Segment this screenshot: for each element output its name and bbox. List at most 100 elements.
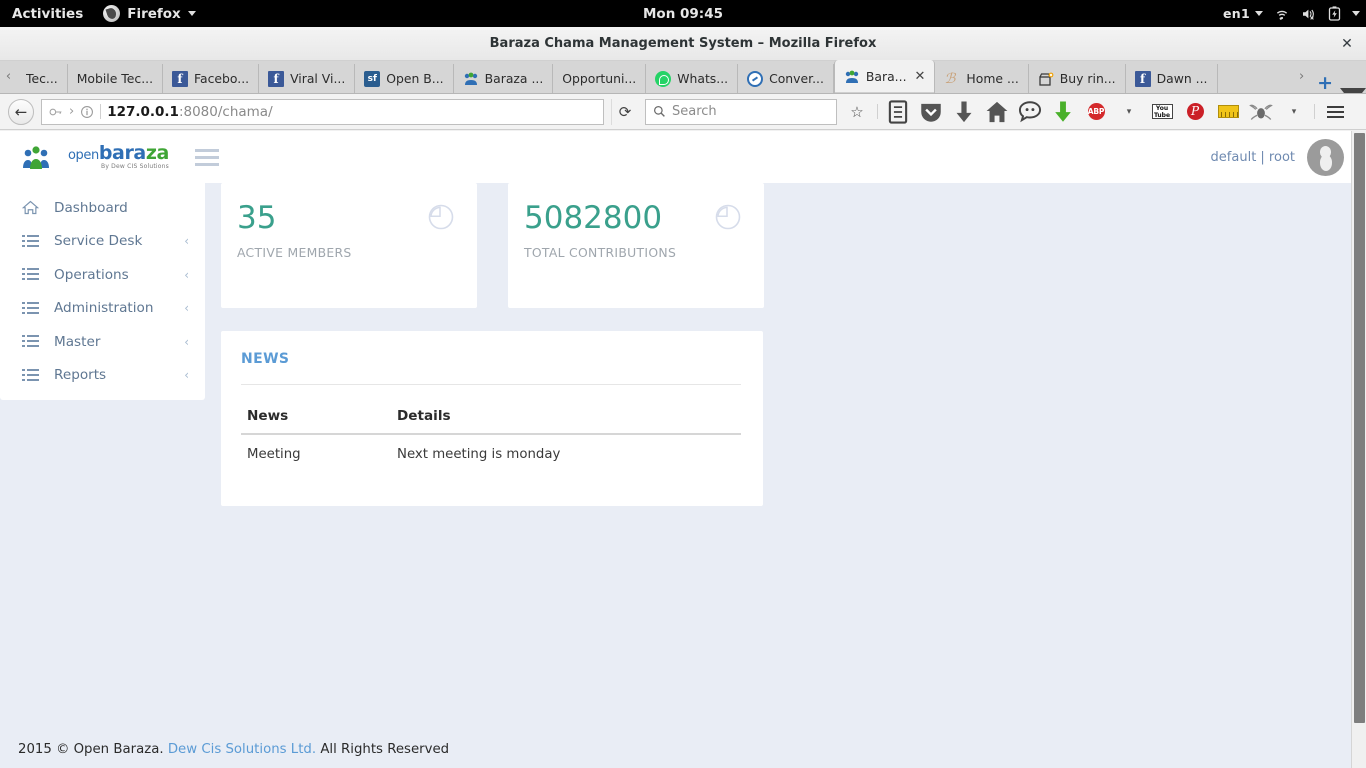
- stat-card-active-members[interactable]: 35 ACTIVE MEMBERS: [221, 183, 477, 308]
- keyboard-language-indicator[interactable]: en1: [1223, 6, 1263, 21]
- blue-circle-icon: [747, 71, 763, 87]
- bookmark-star-icon[interactable]: ☆: [844, 99, 870, 125]
- chevron-down-icon: [1255, 11, 1263, 16]
- bug-chevron-down-icon[interactable]: ▾: [1281, 99, 1307, 125]
- adblock-plus-icon[interactable]: ABP: [1083, 99, 1109, 125]
- new-tab-button[interactable]: +: [1310, 74, 1340, 93]
- sidebar-item-master[interactable]: Master ‹: [0, 325, 205, 359]
- list-all-tabs-icon[interactable]: [1340, 88, 1366, 93]
- openbaraza-logo-icon[interactable]: [22, 144, 50, 170]
- tab-whatsapp[interactable]: Whats...: [646, 64, 738, 93]
- tab-scroll-left-icon[interactable]: ‹: [0, 60, 17, 93]
- sidebar-item-label: Administration: [54, 300, 169, 316]
- sidebar-item-administration[interactable]: Administration ‹: [0, 292, 205, 326]
- openbaraza-wordmark: openbaraza By Dew CIS Solutions: [68, 144, 169, 170]
- youtube-bottom: Tube: [1153, 113, 1172, 120]
- tab-facebook[interactable]: f Facebo...: [163, 64, 259, 93]
- stat-value: 5082800: [524, 203, 744, 234]
- pinterest-icon[interactable]: P: [1182, 99, 1208, 125]
- logo-open: open: [68, 148, 99, 163]
- scrollbar-thumb[interactable]: [1354, 133, 1365, 723]
- chat-icon[interactable]: [1017, 99, 1043, 125]
- url-path: :8080/chama/: [179, 104, 273, 120]
- table-row[interactable]: Meeting Next meeting is monday: [241, 434, 741, 462]
- sidebar-item-operations[interactable]: Operations ‹: [0, 258, 205, 292]
- window-title: Baraza Chama Management System – Mozilla…: [490, 36, 877, 51]
- sidebar-item-label: Master: [54, 334, 169, 350]
- pocket-icon[interactable]: [918, 99, 944, 125]
- logo-line: openbaraza: [68, 144, 169, 163]
- ruler-icon[interactable]: [1215, 99, 1241, 125]
- sidebar-item-dashboard[interactable]: Dashboard: [0, 191, 205, 225]
- list-icon: [22, 369, 39, 382]
- tab-scroll-right-icon[interactable]: ›: [1293, 60, 1310, 93]
- search-input-placeholder[interactable]: Search: [672, 104, 717, 119]
- search-bar[interactable]: Search: [645, 99, 837, 125]
- menu-hamburger-icon[interactable]: [1322, 99, 1348, 125]
- tab-baraza[interactable]: Baraza ...: [454, 64, 554, 93]
- avatar[interactable]: [1307, 139, 1344, 176]
- tab-conversations[interactable]: Conver...: [738, 64, 834, 93]
- user-label[interactable]: default | root: [1211, 150, 1295, 165]
- footer-link[interactable]: Dew Cis Solutions Ltd.: [168, 742, 316, 757]
- page-scrollbar[interactable]: [1351, 131, 1366, 768]
- news-table: News Details Meeting Next meeting is mon…: [241, 402, 741, 462]
- close-icon[interactable]: ✕: [1338, 35, 1356, 53]
- clock[interactable]: Mon 09:45: [0, 6, 1366, 22]
- tab-buy-rings[interactable]: Buy rin...: [1029, 64, 1126, 93]
- tab-viral-videos[interactable]: f Viral Vi...: [259, 64, 355, 93]
- system-tray[interactable]: en1: [1223, 0, 1360, 27]
- downloads-icon[interactable]: [951, 99, 977, 125]
- tab-label: Viral Vi...: [290, 71, 345, 86]
- home-icon[interactable]: [984, 99, 1010, 125]
- tab-tec[interactable]: Tec...: [17, 64, 68, 93]
- tab-label: Mobile Tec...: [77, 71, 153, 86]
- sidebar-item-label: Reports: [54, 367, 169, 383]
- window-titlebar: Baraza Chama Management System – Mozilla…: [0, 27, 1366, 61]
- activities-button[interactable]: Activities: [0, 6, 95, 22]
- tab-opportunities[interactable]: Opportuni...: [553, 64, 646, 93]
- stat-card-total-contributions[interactable]: 5082800 TOTAL CONTRIBUTIONS: [508, 183, 764, 308]
- user-area[interactable]: default | root: [1211, 139, 1344, 176]
- baraza-icon: [463, 71, 479, 87]
- sidebar-item-label: Operations: [54, 267, 169, 283]
- logo-za: za: [146, 142, 169, 164]
- tab-mobile-tec[interactable]: Mobile Tec...: [68, 64, 163, 93]
- baraza-icon: [844, 69, 860, 85]
- tab-label: Baraza ...: [485, 71, 544, 86]
- footer: 2015 © Open Baraza. Dew Cis Solutions Lt…: [0, 730, 1366, 768]
- tab-home[interactable]: ℬ Home ...: [935, 64, 1028, 93]
- divider: [241, 384, 741, 385]
- url-bar[interactable]: › 127.0.0.1:8080/chama/: [41, 99, 604, 125]
- app-menu-firefox[interactable]: Firefox: [95, 5, 204, 22]
- page-info-icon[interactable]: [80, 105, 94, 119]
- app-menu-label: Firefox: [127, 6, 181, 22]
- tab-baraza-active[interactable]: Bara... ✕: [834, 60, 936, 93]
- sidebar-item-service-desk[interactable]: Service Desk ‹: [0, 225, 205, 259]
- list-icon: [22, 235, 39, 248]
- stat-cards-row: 35 ACTIVE MEMBERS 5082800 TOTAL CONTRIBU…: [221, 183, 1366, 308]
- app-header: openbaraza By Dew CIS Solutions default …: [0, 131, 1366, 183]
- adblock-chevron-down-icon[interactable]: ▾: [1116, 99, 1142, 125]
- sidebar: Dashboard Service Desk ‹ Operations ‹ Ad…: [0, 183, 205, 400]
- reader-list-icon[interactable]: [885, 99, 911, 125]
- stat-label: ACTIVE MEMBERS: [237, 245, 457, 260]
- bug-icon[interactable]: [1248, 99, 1274, 125]
- downthemall-icon[interactable]: [1050, 99, 1076, 125]
- facebook-icon: f: [1135, 71, 1151, 87]
- sidebar-toggle-icon[interactable]: [195, 149, 219, 166]
- back-button[interactable]: ←: [8, 99, 34, 125]
- reload-button[interactable]: ⟳: [611, 99, 638, 125]
- facebook-icon: f: [172, 71, 188, 87]
- tab-close-icon[interactable]: ✕: [915, 69, 926, 84]
- sidebar-item-reports[interactable]: Reports ‹: [0, 359, 205, 393]
- chevron-left-icon: ‹: [184, 268, 189, 282]
- system-menu-caret-icon[interactable]: [1352, 11, 1360, 16]
- facebook-icon: f: [268, 71, 284, 87]
- tab-dawn[interactable]: f Dawn ...: [1126, 64, 1218, 93]
- chevron-down-icon: [188, 11, 196, 16]
- tab-open-baraza-sf[interactable]: sf Open B...: [355, 64, 453, 93]
- youtube-icon[interactable]: You Tube: [1149, 99, 1175, 125]
- gnome-top-bar: Activities Firefox Mon 09:45 en1: [0, 0, 1366, 27]
- chevron-left-icon: ‹: [184, 301, 189, 315]
